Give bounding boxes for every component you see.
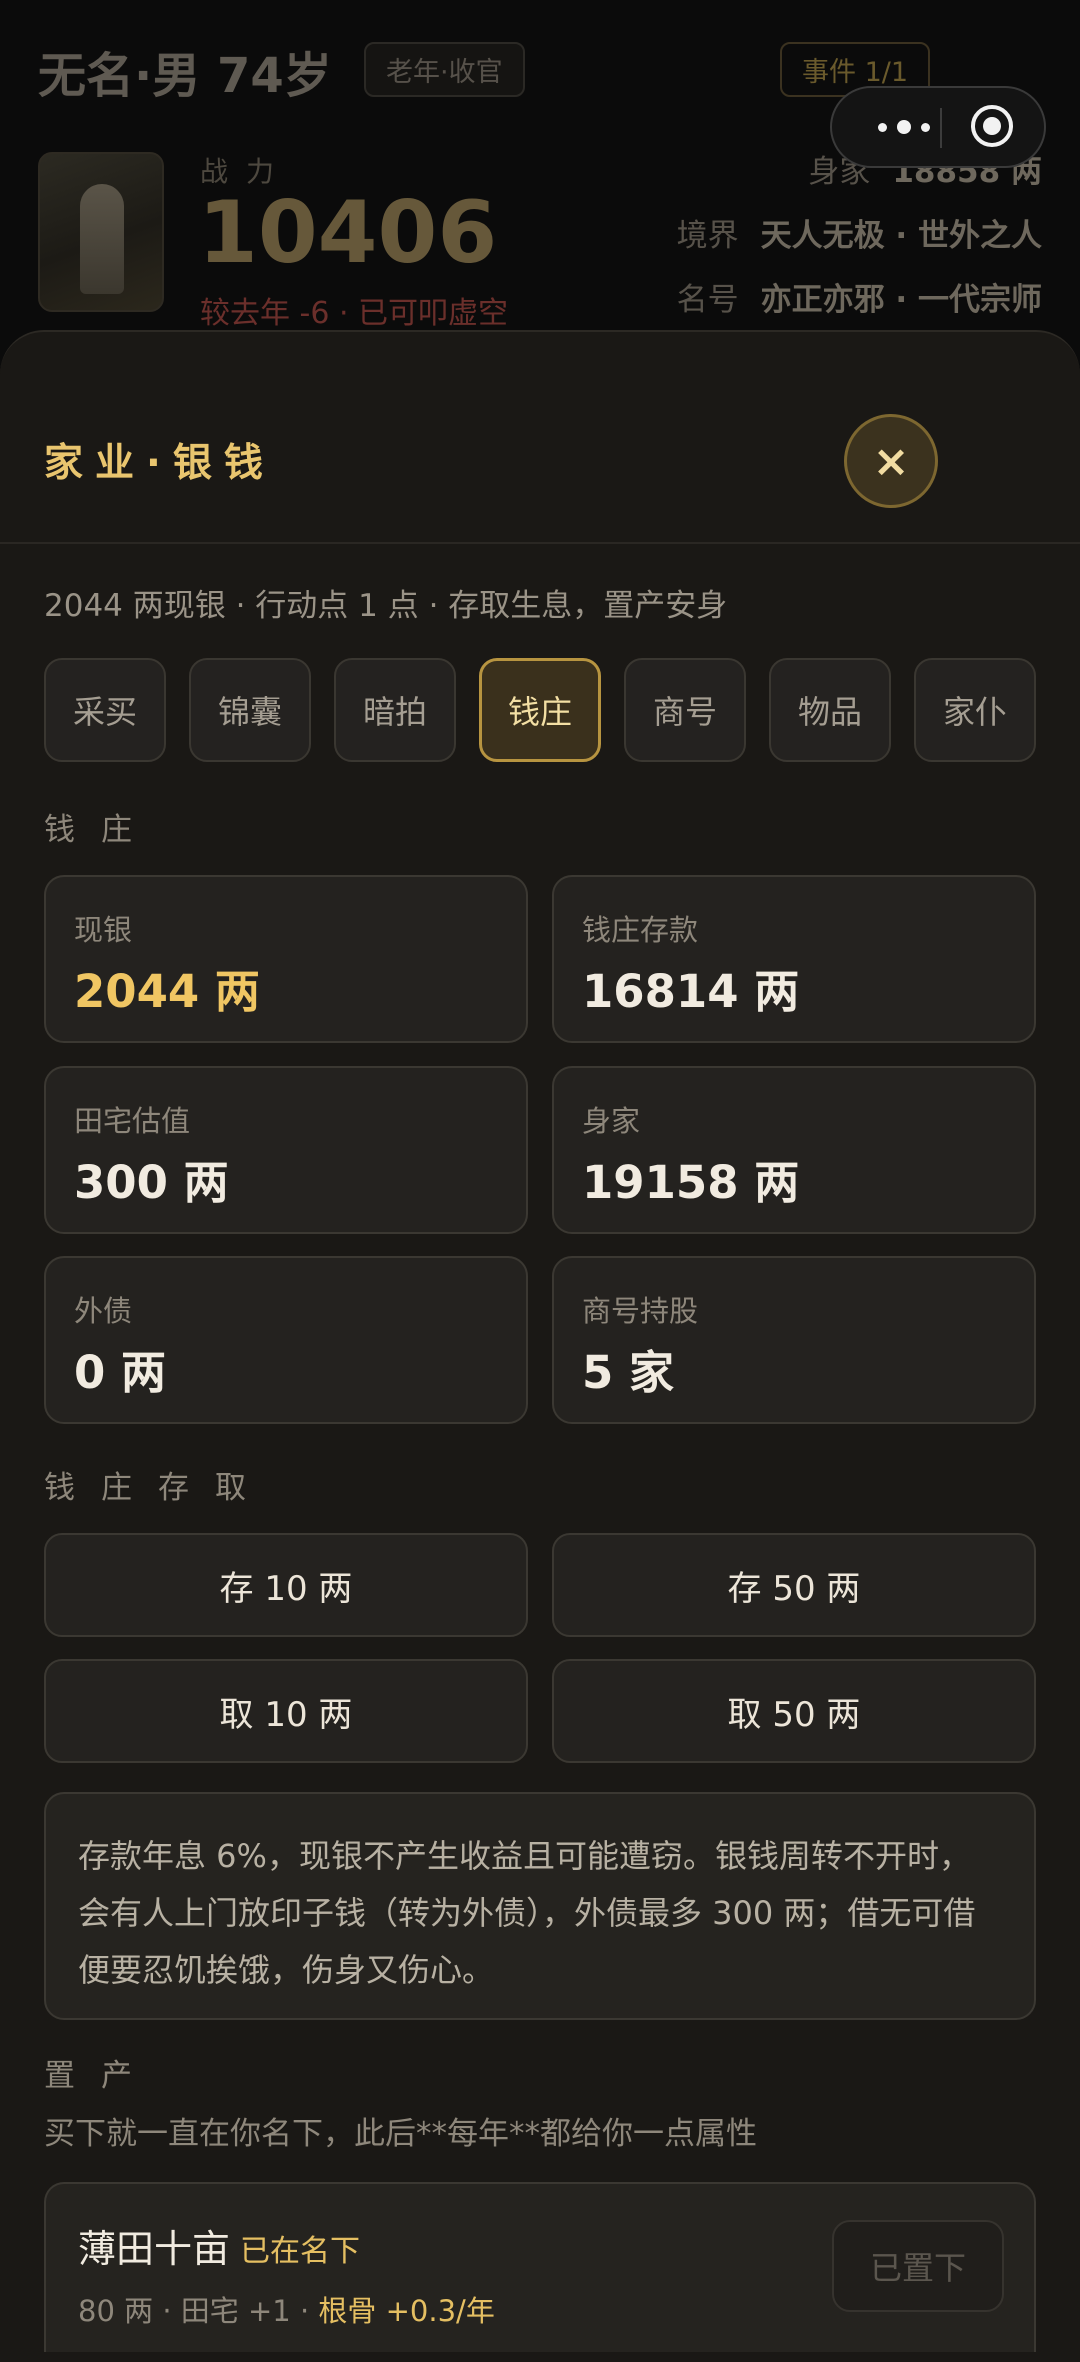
tab-bar: 采买 锦囊 暗拍 钱庄 商号 物品 家仆 (44, 658, 1036, 762)
title-value: 亦正亦邪 · 一代宗师 (760, 282, 1042, 318)
stat-value: 300 两 (74, 1156, 229, 1209)
stat-label: 钱庄存款 (582, 913, 699, 947)
stat-label: 身家 (582, 1104, 641, 1138)
tab-servants[interactable]: 家仆 (914, 658, 1036, 762)
stat-label: 外债 (74, 1294, 133, 1328)
bank-info-note: 存款年息 6%，现银不产生收益且可能遭窃。银钱周转不开时，会有人上门放印子钱（转… (44, 1792, 1036, 2020)
power-delta: 较去年 -6 · 已可叩虚空 (200, 296, 509, 331)
stat-card-cash: 现银 2044 两 (44, 875, 528, 1043)
property-bonus: 根骨 +0.3/年 (318, 2294, 495, 2328)
assets-sheet: 家业·银钱 × 2044 两现银 · 行动点 1 点 · 存取生息，置产安身 采… (0, 330, 1080, 2362)
stat-card-estate: 田宅估值 300 两 (44, 1066, 528, 1234)
summary-text: 2044 两现银 · 行动点 1 点 · 存取生息，置产安身 (44, 588, 728, 624)
stat-card-networth: 身家 19158 两 (552, 1066, 1036, 1234)
miniprogram-capsule (830, 86, 1046, 168)
withdraw-10-button[interactable]: 取 10 两 (44, 1659, 528, 1763)
bank-section-title: 钱庄 (44, 812, 158, 848)
transfer-section-title: 钱庄存取 (44, 1470, 272, 1506)
withdraw-50-button[interactable]: 取 50 两 (552, 1659, 1036, 1763)
property-subtitle: 买下就一直在你名下，此后**每年**都给你一点属性 (44, 2116, 757, 2152)
power-value: 10406 (198, 183, 498, 283)
stat-value: 5 家 (582, 1346, 674, 1399)
property-status: 已在名下 (240, 2234, 360, 2269)
capsule-divider (940, 108, 942, 148)
realm-label: 境界 (676, 218, 739, 254)
tab-auction[interactable]: 暗拍 (334, 658, 456, 762)
target-circle-icon[interactable] (971, 105, 1013, 147)
character-name: 无名·男 74岁 (38, 48, 332, 104)
stat-value: 2044 两 (74, 965, 260, 1018)
title-label: 名号 (676, 282, 739, 318)
realm-stat: 境界 天人无极 · 世外之人 (677, 210, 1042, 255)
tab-purchase[interactable]: 采买 (44, 658, 166, 762)
stat-card-debt: 外债 0 两 (44, 1256, 528, 1424)
stat-card-deposit: 钱庄存款 16814 两 (552, 875, 1036, 1043)
owned-button: 已置下 (832, 2220, 1004, 2312)
title-stat: 名号 亦正亦邪 · 一代宗师 (677, 274, 1042, 319)
property-name: 薄田十亩 (78, 2227, 231, 2271)
character-header: 无名·男 74岁 老年·收官 事件 1/1 战力 10406 较去年 -6 · … (0, 0, 1080, 340)
avatar[interactable] (38, 152, 164, 312)
life-stage-tag: 老年·收官 (364, 42, 525, 97)
deposit-10-button[interactable]: 存 10 两 (44, 1533, 528, 1637)
divider (0, 542, 1080, 544)
tab-items[interactable]: 物品 (769, 658, 891, 762)
stat-card-shares: 商号持股 5 家 (552, 1256, 1036, 1424)
tab-shops[interactable]: 商号 (624, 658, 746, 762)
stat-label: 田宅估值 (74, 1104, 191, 1138)
property-item: 薄田十亩 已在名下 80 两 · 田宅 +1 · 根骨 +0.3/年 已置下 (44, 2182, 1036, 2352)
tab-bank[interactable]: 钱庄 (479, 658, 601, 762)
tab-tips[interactable]: 锦囊 (189, 658, 311, 762)
stat-value: 16814 两 (582, 965, 800, 1018)
more-dots-icon[interactable] (854, 88, 954, 166)
realm-value: 天人无极 · 世外之人 (760, 218, 1042, 254)
sheet-title: 家业·银钱 (44, 441, 275, 486)
deposit-50-button[interactable]: 存 50 两 (552, 1533, 1036, 1637)
close-button[interactable]: × (844, 414, 938, 508)
property-price: 80 两 · 田宅 +1 · (78, 2294, 319, 2328)
stat-label: 现银 (74, 913, 133, 947)
stat-value: 19158 两 (582, 1156, 800, 1209)
property-section-title: 置产 (44, 2058, 158, 2094)
close-icon: × (872, 435, 910, 487)
stat-value: 0 两 (74, 1346, 166, 1399)
property-info: 80 两 · 田宅 +1 · 根骨 +0.3/年 (78, 2288, 495, 2330)
stat-label: 商号持股 (582, 1294, 699, 1328)
